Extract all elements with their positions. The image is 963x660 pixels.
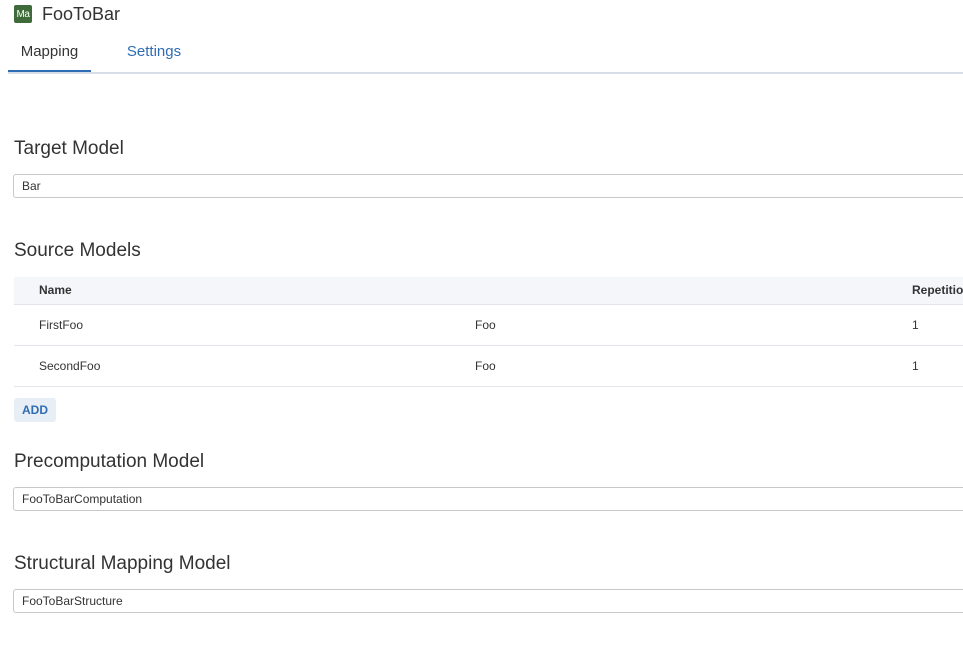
source-model-cell: Foo — [475, 318, 496, 332]
column-header-name[interactable]: Name — [39, 277, 72, 304]
source-repetition-cell: 1 — [912, 359, 919, 373]
app-header: Ma FooToBar — [14, 4, 120, 24]
target-model-input[interactable] — [13, 174, 963, 198]
source-model-cell: Foo — [475, 359, 496, 373]
add-source-model-button[interactable]: ADD — [14, 398, 56, 422]
table-header: Name Repetitio — [14, 277, 963, 305]
source-name-cell: SecondFoo — [39, 359, 101, 373]
precomputation-model-input[interactable] — [13, 487, 963, 511]
precomputation-model-heading: Precomputation Model — [14, 451, 205, 472]
column-header-repetition[interactable]: Repetitio — [912, 277, 963, 304]
app-badge-icon: Ma — [14, 5, 32, 23]
source-repetition-cell: 1 — [912, 318, 919, 332]
structural-mapping-model-heading: Structural Mapping Model — [14, 553, 231, 574]
source-models-table: Name Repetitio FirstFoo Foo 1 SecondFoo … — [14, 277, 963, 387]
tab-bar: Mapping Settings — [8, 32, 963, 74]
page-title: FooToBar — [42, 3, 121, 24]
tab-mapping[interactable]: Mapping — [8, 32, 91, 72]
tab-settings[interactable]: Settings — [118, 32, 190, 72]
table-row[interactable]: SecondFoo Foo 1 — [14, 346, 963, 387]
target-model-heading: Target Model — [14, 138, 124, 159]
source-name-cell: FirstFoo — [39, 318, 84, 332]
source-models-heading: Source Models — [14, 240, 141, 261]
table-row[interactable]: FirstFoo Foo 1 — [14, 305, 963, 346]
structural-mapping-model-input[interactable] — [13, 589, 963, 613]
